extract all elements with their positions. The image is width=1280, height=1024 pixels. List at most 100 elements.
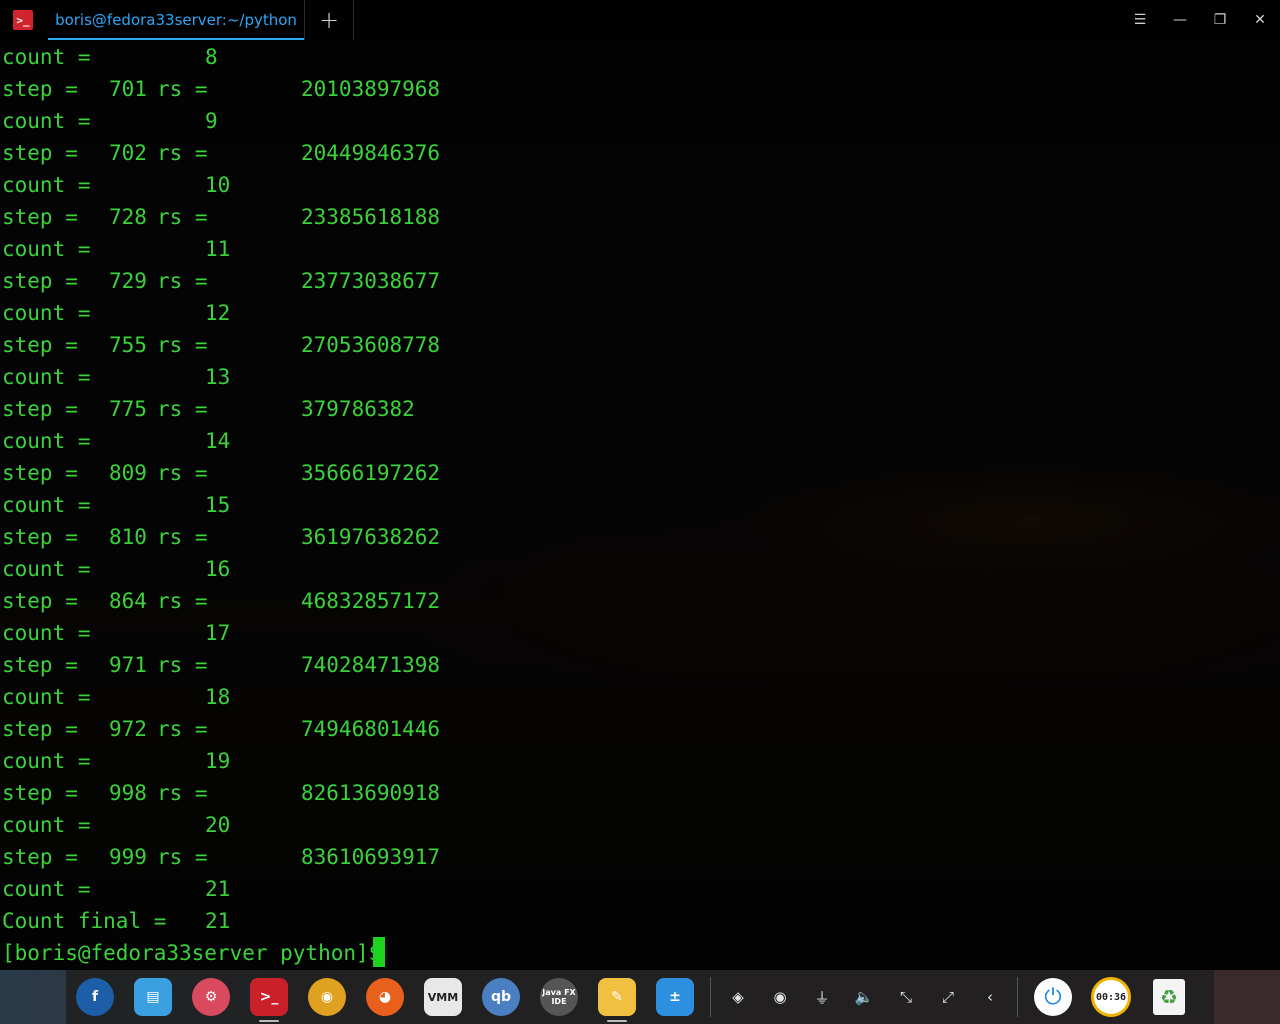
rs-value: 23773038677: [301, 269, 441, 293]
dock-app-terminal[interactable]: >_: [240, 970, 298, 1024]
dock-app-qbittorrent[interactable]: qb: [472, 970, 530, 1024]
rs-value: 83610693917: [301, 845, 441, 869]
dock-app-file-manager[interactable]: ▤: [124, 970, 182, 1024]
cube-icon[interactable]: ◈: [717, 970, 759, 1024]
count-value: 14: [205, 429, 231, 453]
step-value: 701: [109, 77, 147, 101]
terminal-output[interactable]: count = 8 step = 701 rs = 20103897968 count = 9…: [0, 40, 1280, 970]
step-value: 810: [109, 525, 147, 549]
count-value: 12: [205, 301, 231, 325]
rs-value: 74946801446: [301, 717, 441, 741]
count-value: 15: [205, 493, 231, 517]
step-label: step =: [2, 141, 78, 165]
rs-value: 35666197262: [301, 461, 441, 485]
count-label: count =: [2, 109, 91, 133]
minimize-button[interactable]: —: [1160, 0, 1200, 40]
network-off-icon[interactable]: ⤡: [885, 970, 927, 1024]
step-value: 972: [109, 717, 147, 741]
final-label: Count final =: [2, 909, 167, 933]
rs-value: 36197638262: [301, 525, 441, 549]
dock-app-vmm[interactable]: VMM: [414, 970, 472, 1024]
clock-widget[interactable]: 00:36: [1082, 970, 1140, 1024]
step-label: step =: [2, 77, 78, 101]
volume-icon[interactable]: 🔈: [843, 970, 885, 1024]
clock-text: 00:36: [1091, 977, 1131, 1017]
count-value: 20: [205, 813, 231, 837]
power-button[interactable]: ⏻: [1024, 970, 1082, 1024]
step-label: step =: [2, 717, 78, 741]
window-controls: ☰ — ❐ ✕: [1120, 0, 1280, 40]
expand-icon[interactable]: ‹: [969, 970, 1011, 1024]
monkey-icon[interactable]: ◉: [759, 970, 801, 1024]
dock-app-firefox[interactable]: ◕: [356, 970, 414, 1024]
count-value: 9: [205, 109, 218, 133]
rs-label: rs =: [157, 397, 208, 421]
trash-icon: ♻: [1153, 979, 1185, 1015]
rs-value: 379786382: [301, 397, 415, 421]
step-label: step =: [2, 333, 78, 357]
rs-value: 82613690918: [301, 781, 441, 805]
tab-terminal[interactable]: boris@fedora33server:~/python: [48, 0, 304, 40]
new-tab-button[interactable]: +: [305, 0, 353, 40]
step-label: step =: [2, 845, 78, 869]
dock: f ▤ ⚙ >_ ◉ ◕ VMM qb Java FX IDE ✎ ± ◈ ◉ ⏚ 🔈 ⤡ ⤢ ‹ ⏻ 00:36 ♻: [0, 970, 1280, 1024]
usb-icon[interactable]: ⏚: [801, 970, 843, 1024]
count-label: count =: [2, 557, 91, 581]
rs-label: rs =: [157, 269, 208, 293]
count-value: 8: [205, 45, 218, 69]
dock-divider: [710, 977, 711, 1017]
running-indicator: [259, 1020, 279, 1022]
network-icon[interactable]: ⤢: [927, 970, 969, 1024]
count-value: 17: [205, 621, 231, 645]
close-button[interactable]: ✕: [1240, 0, 1280, 40]
rs-label: rs =: [157, 461, 208, 485]
count-label: count =: [2, 301, 91, 325]
rs-value: 27053608778: [301, 333, 441, 357]
java-fx-ide-icon: Java FX IDE: [540, 978, 578, 1016]
terminal-app-icon[interactable]: >_: [0, 0, 46, 40]
step-value: 729: [109, 269, 147, 293]
rs-label: rs =: [157, 653, 208, 677]
rs-value: 74028471398: [301, 653, 441, 677]
count-label: count =: [2, 45, 91, 69]
step-value: 998: [109, 781, 147, 805]
step-value: 775: [109, 397, 147, 421]
step-label: step =: [2, 781, 78, 805]
step-value: 809: [109, 461, 147, 485]
count-value: 16: [205, 557, 231, 581]
dock-app-fedora[interactable]: f: [66, 970, 124, 1024]
rs-label: rs =: [157, 717, 208, 741]
dock-divider: [1017, 977, 1018, 1017]
editor-icon: ✎: [598, 978, 636, 1016]
trash-button[interactable]: ♻: [1140, 970, 1198, 1024]
count-label: count =: [2, 749, 91, 773]
running-indicator: [607, 1020, 627, 1022]
dock-app-java-fx-ide[interactable]: Java FX IDE: [530, 970, 588, 1024]
shell-prompt: [boris@fedora33server python]$: [2, 941, 394, 965]
maximize-button[interactable]: ❐: [1200, 0, 1240, 40]
count-label: count =: [2, 173, 91, 197]
step-value: 702: [109, 141, 147, 165]
count-label: count =: [2, 621, 91, 645]
dock-app-calculator[interactable]: ±: [646, 970, 704, 1024]
dock-app-chrome[interactable]: ◉: [298, 970, 356, 1024]
firefox-icon: ◕: [366, 978, 404, 1016]
file-manager-icon: ▤: [134, 978, 172, 1016]
terminal-icon: >_: [13, 10, 33, 30]
count-label: count =: [2, 493, 91, 517]
tab-divider: [353, 0, 354, 40]
count-label: count =: [2, 813, 91, 837]
terminal-icon: >_: [250, 978, 288, 1016]
step-label: step =: [2, 653, 78, 677]
step-value: 755: [109, 333, 147, 357]
dock-app-settings[interactable]: ⚙: [182, 970, 240, 1024]
settings-icon: ⚙: [192, 978, 230, 1016]
calculator-icon: ±: [656, 978, 694, 1016]
rs-label: rs =: [157, 333, 208, 357]
step-value: 728: [109, 205, 147, 229]
dock-app-editor[interactable]: ✎: [588, 970, 646, 1024]
menu-button[interactable]: ☰: [1120, 0, 1160, 40]
count-value: 18: [205, 685, 231, 709]
step-label: step =: [2, 269, 78, 293]
rs-label: rs =: [157, 589, 208, 613]
